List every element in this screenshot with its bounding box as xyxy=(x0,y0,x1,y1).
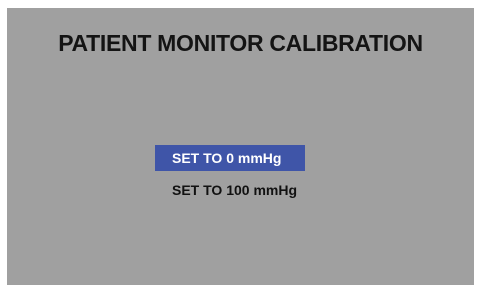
menu-item-set-0-mmhg[interactable]: SET TO 0 mmHg xyxy=(155,145,305,171)
calibration-screen: PATIENT MONITOR CALIBRATION SET TO 0 mmH… xyxy=(7,8,474,285)
screen-title: PATIENT MONITOR CALIBRATION xyxy=(58,30,423,56)
menu-item-set-100-mmhg[interactable]: SET TO 100 mmHg xyxy=(155,177,305,203)
calibration-menu: SET TO 0 mmHg SET TO 100 mmHg xyxy=(155,145,305,203)
